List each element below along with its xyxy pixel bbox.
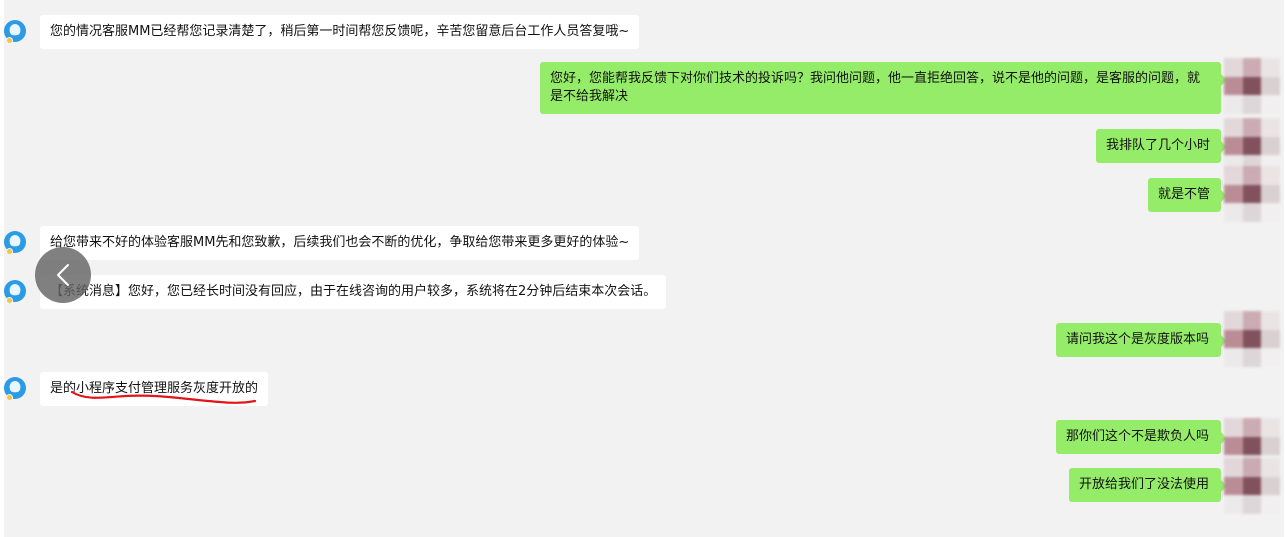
chevron-left-icon [57,264,69,286]
message-bubble-user: 我排队了几个小时 [1096,129,1227,163]
system-message-bubble: 【系统消息】您好，您已经长时间没有回应，由于在线咨询的用户较多，系统将在2分钟后… [40,275,667,309]
user-avatar [1224,311,1280,367]
red-underline-annotation [70,390,257,404]
customer-service-avatar-icon [4,377,26,400]
customer-service-avatar-icon [4,280,26,303]
user-avatar [1224,166,1280,222]
message-bubble-user: 请问我这个是灰度版本吗 [1056,323,1227,357]
back-button[interactable] [35,247,91,303]
message-bubble-user: 那你们这个不是欺负人吗 [1056,420,1227,454]
customer-service-avatar-icon [4,231,26,254]
message-bubble-service: 给您带来不好的体验客服MM先和您致歉，后续我们也会不断的优化，争取给您带来更多更… [40,226,640,260]
message-bubble-user: 您好，您能帮我反馈下对你们技术的投诉吗？我问他问题，他一直拒绝回答，说不是他的问… [540,62,1227,114]
user-avatar [1224,458,1280,514]
user-avatar [1224,58,1280,114]
message-bubble-user: 开放给我们了没法使用 [1069,468,1227,502]
message-bubble-user: 就是不管 [1148,178,1227,212]
chat-message-area: 您的情况客服MM已经帮您记录清楚了，稍后第一时间帮您反馈呢，辛苦您留意后台工作人… [4,0,1284,537]
message-bubble-service: 您的情况客服MM已经帮您记录清楚了，稍后第一时间帮您反馈呢，辛苦您留意后台工作人… [40,15,640,49]
customer-service-avatar-icon [4,20,26,43]
